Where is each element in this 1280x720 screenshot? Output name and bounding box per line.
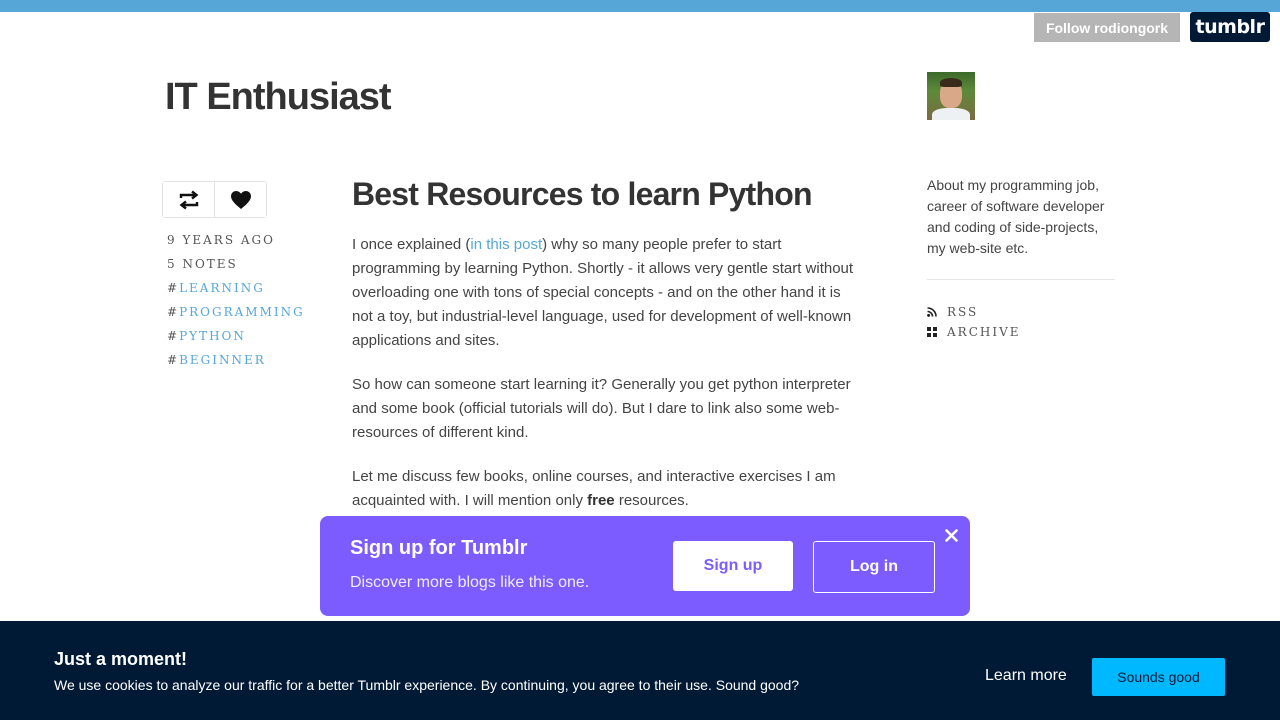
post-paragraph: I once explained (in this post) why so m… xyxy=(352,236,854,349)
rss-icon xyxy=(927,307,947,317)
archive-link[interactable]: ARCHIVE xyxy=(927,322,1021,342)
tag-link[interactable]: #PROGRAMMING xyxy=(167,304,305,328)
post-body: I once explained (in this post) why so m… xyxy=(352,233,858,533)
post-actions xyxy=(162,181,267,218)
signup-subtitle: Discover more blogs like this one. xyxy=(350,574,590,591)
grid-icon xyxy=(927,327,947,337)
post-meta: 9 YEARS AGO 5 NOTES #LEARNING #PROGRAMMI… xyxy=(167,232,305,376)
cookie-text: We use cookies to analyze our traffic fo… xyxy=(54,677,800,693)
avatar[interactable] xyxy=(927,72,975,120)
signup-title: Sign up for Tumblr xyxy=(350,537,528,559)
cookie-banner: Just a moment! We use cookies to analyze… xyxy=(0,621,1280,720)
tag-link[interactable]: #PYTHON xyxy=(167,328,305,352)
like-button[interactable] xyxy=(214,182,266,217)
heart-icon xyxy=(230,190,251,209)
signup-button[interactable]: Sign up xyxy=(673,541,793,591)
reblog-icon xyxy=(179,190,198,209)
signup-banner: Sign up for Tumblr Discover more blogs l… xyxy=(320,516,970,616)
rss-link[interactable]: RSS xyxy=(927,302,1021,322)
follow-button[interactable]: Follow rodiongork xyxy=(1034,13,1180,42)
post-paragraph: Let me discuss few books, online courses… xyxy=(352,468,836,509)
login-button[interactable]: Log in xyxy=(813,541,935,593)
reblog-button[interactable] xyxy=(163,182,214,217)
in-this-post-link[interactable]: in this post xyxy=(470,236,542,253)
post-notes-link[interactable]: 5 NOTES xyxy=(167,256,305,280)
tumblr-logo[interactable]: tumblr xyxy=(1190,12,1270,42)
post-paragraph: So how can someone start learning it? Ge… xyxy=(352,376,851,441)
learn-more-link[interactable]: Learn more xyxy=(985,667,1067,685)
sounds-good-button[interactable]: Sounds good xyxy=(1092,658,1225,696)
tag-link[interactable]: #BEGINNER xyxy=(167,352,305,376)
blog-description: About my programming job, career of soft… xyxy=(927,177,1105,256)
close-icon[interactable] xyxy=(942,526,960,544)
sidebar-links: RSS ARCHIVE xyxy=(927,302,1021,342)
tag-link[interactable]: #LEARNING xyxy=(167,280,305,304)
cookie-title: Just a moment! xyxy=(54,649,188,669)
post-title[interactable]: Best Resources to learn Python xyxy=(352,176,813,213)
blog-title[interactable]: IT Enthusiast xyxy=(165,76,392,119)
top-accent-bar xyxy=(0,0,1280,12)
sidebar-divider xyxy=(927,279,1115,280)
post-date-link[interactable]: 9 YEARS AGO xyxy=(167,232,305,256)
